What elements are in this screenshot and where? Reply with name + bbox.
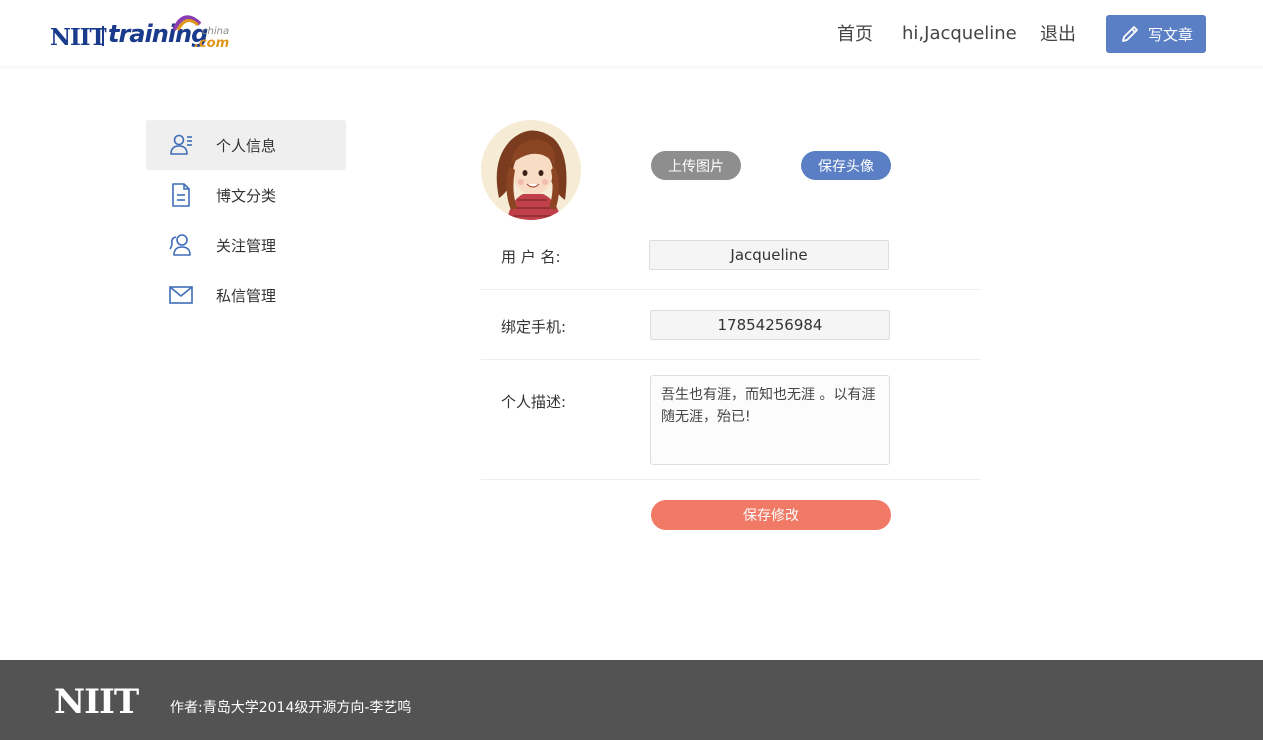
save-changes-button[interactable]: 保存修改	[651, 500, 891, 530]
sidebar-item-label: 关注管理	[216, 236, 277, 255]
write-article-label: 写文章	[1148, 25, 1194, 44]
top-header: NIIT training china .com 首页 hi,Jacquelin…	[0, 0, 1263, 66]
footer-logo: NIIT	[54, 682, 139, 722]
save-avatar-button[interactable]: 保存头像	[801, 151, 891, 180]
username-field[interactable]	[649, 240, 889, 270]
upload-image-button[interactable]: 上传图片	[651, 151, 741, 180]
logo-arc-icon	[172, 15, 202, 31]
mail-icon	[168, 282, 194, 308]
nav-user-greeting[interactable]: hi,Jacqueline	[902, 23, 1017, 44]
nav-home[interactable]: 首页	[837, 0, 873, 66]
avatar-illustration	[481, 120, 581, 220]
document-icon	[168, 182, 194, 208]
sidebar: 个人信息 博文分类 关注管理 私信管理	[146, 120, 346, 320]
write-article-button[interactable]: 写文章	[1106, 15, 1206, 53]
description-row: 个人描述: 吾生也有涯，而知也无涯 。以有涯随无涯，殆已!	[481, 360, 981, 480]
nav-logout[interactable]: 退出	[1040, 0, 1076, 66]
sidebar-item-private-messages[interactable]: 私信管理	[146, 270, 346, 320]
logo-divider	[102, 26, 104, 46]
avatar[interactable]	[481, 120, 581, 220]
description-textarea[interactable]: 吾生也有涯，而知也无涯 。以有涯随无涯，殆已!	[650, 375, 890, 465]
footer-author-text: 作者:青岛大学2014级开源方向-李艺鸣	[170, 700, 412, 716]
username-row: 用 户 名:	[481, 220, 981, 290]
description-label: 个人描述:	[501, 393, 567, 411]
footer: NIIT 作者:青岛大学2014级开源方向-李艺鸣	[0, 660, 1263, 740]
users-icon	[168, 232, 194, 258]
profile-card-icon	[168, 132, 194, 158]
sidebar-item-label: 博文分类	[216, 186, 277, 205]
username-label: 用 户 名:	[501, 248, 561, 266]
phone-row: 绑定手机:	[481, 290, 981, 360]
logout-link[interactable]: 退出	[1040, 20, 1076, 46]
pencil-icon	[1122, 26, 1138, 42]
sidebar-item-personal-info[interactable]: 个人信息	[146, 120, 346, 170]
logo-com-text: .com	[194, 36, 230, 51]
sidebar-item-blog-categories[interactable]: 博文分类	[146, 170, 346, 220]
logo-niit-text: NIIT	[50, 24, 107, 51]
nav-user[interactable]: hi,Jacqueline	[902, 0, 1017, 66]
sidebar-item-label: 个人信息	[216, 136, 277, 155]
phone-label: 绑定手机:	[501, 318, 567, 336]
phone-field[interactable]	[650, 310, 890, 340]
nav-home-link[interactable]: 首页	[837, 20, 873, 46]
sidebar-item-follow-management[interactable]: 关注管理	[146, 220, 346, 270]
site-logo[interactable]: NIIT training china .com	[50, 10, 230, 54]
sidebar-item-label: 私信管理	[216, 286, 277, 305]
